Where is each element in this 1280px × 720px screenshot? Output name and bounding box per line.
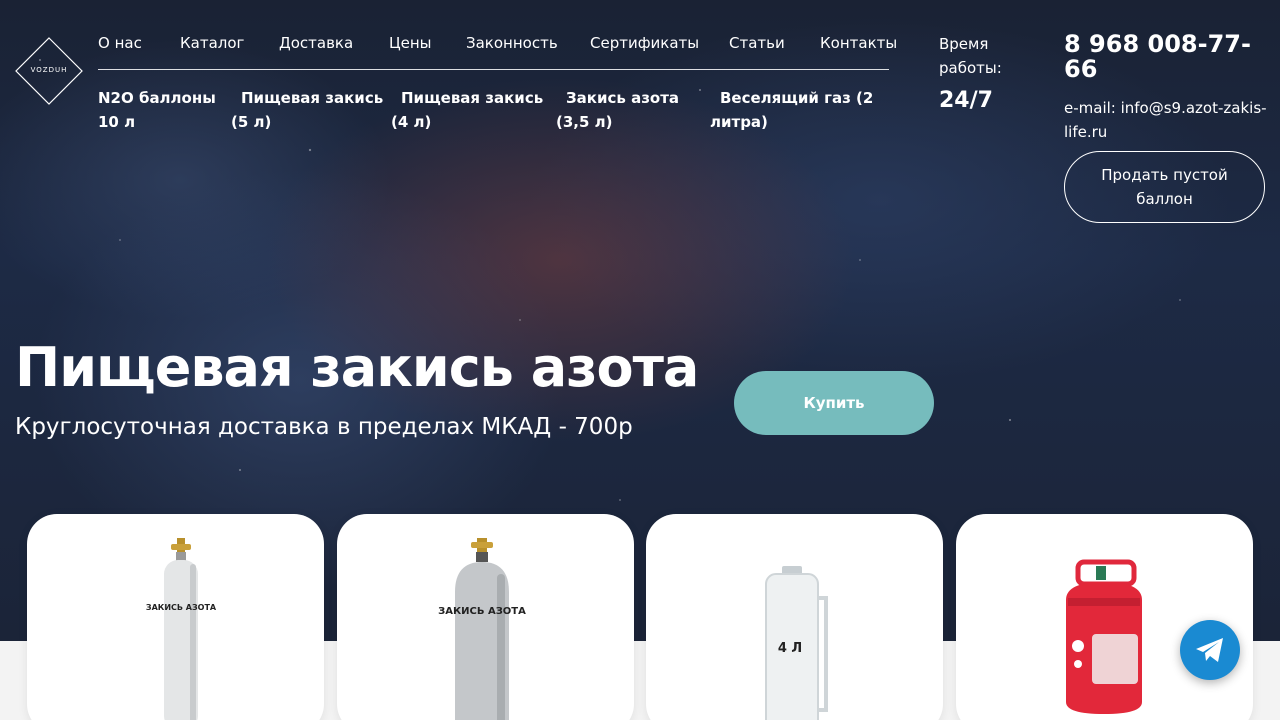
catalog-subnav: N2O баллоны 10 л Пищевая закись (5 л) Пи… [98, 86, 878, 136]
working-hours-value: 24/7 [939, 88, 993, 113]
logo-text: VOZDUH [30, 66, 68, 74]
product-card-cylinder-wide[interactable]: ЗАКИСЬ АЗОТА [337, 514, 634, 720]
subnav-item-laughing-gas-2l[interactable]: Веселящий газ (2 литра) [710, 86, 880, 134]
product-label-text: ЗАКИСЬ АЗОТА [438, 606, 526, 617]
subnav-item-food-5l[interactable]: Пищевая закись (5 л) [231, 86, 391, 134]
nav-item-delivery[interactable]: Доставка [279, 34, 353, 52]
subnav-item-n2o-3-5l[interactable]: Закись азота (3,5 л) [556, 86, 716, 134]
telegram-icon [1196, 638, 1223, 662]
product-label-text: ЗАКИСЬ АЗОТА [146, 603, 217, 612]
phone-number[interactable]: 8 968 008-77-66 [1064, 32, 1264, 82]
gas-cylinder-wide-icon: ЗАКИСЬ АЗОТА [438, 538, 526, 720]
red-balloon-gas-tank-icon [1066, 559, 1142, 714]
email-link[interactable]: e-mail: info@s9.azot-zakis-life.ru [1064, 96, 1274, 144]
nav-item-prices[interactable]: Цены [389, 34, 432, 52]
nav-item-certificates[interactable]: Сертификаты [590, 34, 699, 52]
nav-item-contacts[interactable]: Контакты [820, 34, 897, 52]
sell-empty-cylinder-button[interactable]: Продать пустой баллон [1064, 151, 1265, 223]
nav-item-about[interactable]: О нас [98, 34, 142, 52]
subnav-item-n2o-10l[interactable]: N2O баллоны 10 л [98, 86, 233, 134]
product-label-text: 4 Л [778, 641, 802, 656]
nav-item-legality[interactable]: Законность [466, 34, 558, 52]
working-hours-label: Время работы: [939, 35, 1002, 77]
product-card-cylinder-slim[interactable]: ЗАКИСЬ АЗОТА [27, 514, 324, 720]
product-card-gas-can-4l[interactable]: 4 Л [646, 514, 943, 720]
product-card-balloon-tank[interactable] [956, 514, 1253, 720]
logo[interactable]: VOZDUH [15, 37, 83, 105]
subnav-item-food-4l[interactable]: Пищевая закись (4 л) [391, 86, 551, 134]
gas-can-4l-icon: 4 Л [765, 566, 828, 720]
buy-button[interactable]: Купить [734, 371, 934, 435]
main-nav: О нас Каталог Доставка Цены Законность С… [98, 34, 897, 70]
nav-item-catalog[interactable]: Каталог [180, 34, 244, 52]
nav-item-articles[interactable]: Статьи [729, 34, 785, 52]
telegram-chat-button[interactable] [1180, 620, 1240, 680]
gas-cylinder-slim-icon: ЗАКИСЬ АЗОТА [146, 538, 217, 720]
page-title: Пищевая закись азота [15, 336, 699, 399]
hero-subtitle: Круглосуточная доставка в пределах МКАД … [15, 414, 633, 440]
